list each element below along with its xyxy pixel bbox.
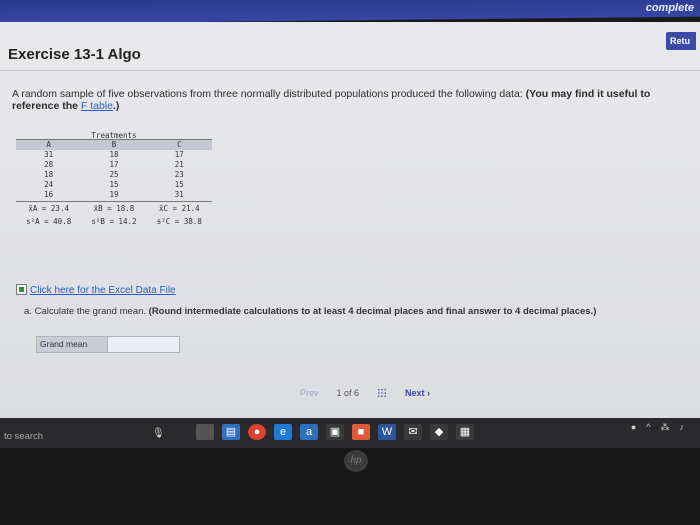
table-cell: 31 [44, 150, 54, 159]
word-icon[interactable]: W [378, 424, 396, 440]
question-instruction: (Round intermediate calculations to at l… [148, 306, 597, 317]
mean-c: x̄C = 21.4 [159, 204, 200, 213]
file-explorer-icon[interactable]: ▤ [222, 424, 240, 440]
variance-b: s²B = 14.2 [91, 217, 137, 226]
table-cell: 19 [109, 190, 119, 199]
table-cell: 28 [44, 160, 54, 169]
table-cell: 18 [44, 170, 54, 179]
page-position: 1 of 6 [336, 388, 360, 398]
table-cell: 18 [109, 150, 119, 159]
prev-button[interactable]: Prev [300, 388, 319, 398]
microphone-icon[interactable]: 🎙 [152, 428, 165, 439]
prompt-text: A random sample of five observations fro… [12, 88, 523, 100]
question-a: a. Calculate the grand mean. (Round inte… [24, 306, 684, 317]
table-row: 16 19 31 [16, 190, 212, 200]
excel-data-link[interactable]: Click here for the Excel Data File [30, 285, 176, 296]
grand-mean-input[interactable] [108, 336, 180, 353]
calculator-icon[interactable]: ▦ [456, 424, 474, 440]
grand-mean-label: Grand mean [36, 336, 108, 353]
treatments-table: Treatments A B C 31 18 17 28 17 21 18 25… [16, 131, 212, 229]
dropbox-icon[interactable]: ◆ [430, 424, 448, 440]
column-a: A [46, 140, 51, 149]
table-cell: 25 [109, 170, 119, 179]
page-title: Exercise 13-1 Algo [8, 46, 141, 63]
browser-top-bar [0, 0, 700, 24]
table-cell: 23 [174, 170, 184, 179]
table-cell: 24 [44, 180, 54, 189]
tray-app-icon[interactable]: ● [631, 422, 636, 433]
table-row: 24 15 15 [16, 180, 212, 190]
table-cell: 15 [174, 180, 184, 189]
return-button[interactable]: Retu [666, 32, 696, 50]
next-label: Next [405, 388, 425, 398]
f-table-link[interactable]: F table [81, 100, 113, 112]
title-divider [0, 70, 700, 71]
app-a-icon[interactable]: a [300, 424, 318, 440]
edge-icon[interactable]: e [274, 424, 292, 440]
table-cell: 21 [174, 160, 184, 169]
mean-b: x̄B = 18.8 [93, 204, 135, 213]
table-header: Treatments [16, 131, 212, 140]
next-button[interactable]: Next › [405, 388, 430, 398]
volume-icon[interactable]: ♪ [680, 422, 685, 433]
photos-icon[interactable]: ■ [352, 424, 370, 440]
table-row: 31 18 17 [16, 150, 212, 160]
taskbar-search[interactable]: to search [4, 431, 43, 442]
question-text: Calculate the grand mean. [34, 306, 147, 317]
task-view-icon[interactable] [196, 424, 214, 440]
store-icon[interactable]: ▣ [326, 424, 344, 440]
system-tray: ● ^ ⁂ ♪ [631, 422, 684, 433]
table-cell: 16 [44, 190, 54, 199]
question-pager: Prev 1 of 6 Next › [300, 388, 430, 398]
mail-icon[interactable]: ✉ [404, 424, 422, 440]
mean-a: x̄A = 23.4 [28, 204, 69, 213]
table-row: 18 25 23 [16, 170, 212, 180]
table-cell: 17 [174, 150, 184, 159]
taskbar-apps: ▤ ● e a ▣ ■ W ✉ ◆ ▦ [196, 424, 474, 440]
table-cell: 15 [109, 180, 119, 189]
chrome-icon[interactable]: ● [248, 424, 266, 440]
variance-a: s²A = 40.8 [26, 217, 72, 226]
problem-prompt: A random sample of five observations fro… [12, 88, 692, 112]
table-column-headers: A B C [16, 140, 212, 150]
table-cell: 31 [174, 190, 184, 199]
chevron-up-icon[interactable]: ^ [646, 422, 650, 433]
table-cell: 17 [109, 160, 119, 169]
grand-mean-answer: Grand mean [36, 336, 180, 353]
network-icon[interactable]: ⁂ [661, 422, 670, 433]
means-row: x̄A = 23.4 x̄B = 18.8 x̄C = 21.4 [16, 201, 212, 215]
column-c: C [177, 140, 182, 149]
question-letter: a. [24, 306, 32, 317]
grid-icon[interactable] [377, 388, 388, 398]
variance-c: s²C = 38.8 [156, 217, 202, 226]
excel-file-icon [16, 284, 27, 295]
variances-row: s²A = 40.8 s²B = 14.2 s²C = 38.8 [16, 215, 212, 229]
top-bar-text: complete [645, 2, 694, 14]
hp-logo: hp [344, 450, 368, 472]
prompt-hint-end: .) [112, 100, 120, 112]
table-row: 28 17 21 [16, 160, 212, 170]
column-b: B [111, 140, 117, 149]
